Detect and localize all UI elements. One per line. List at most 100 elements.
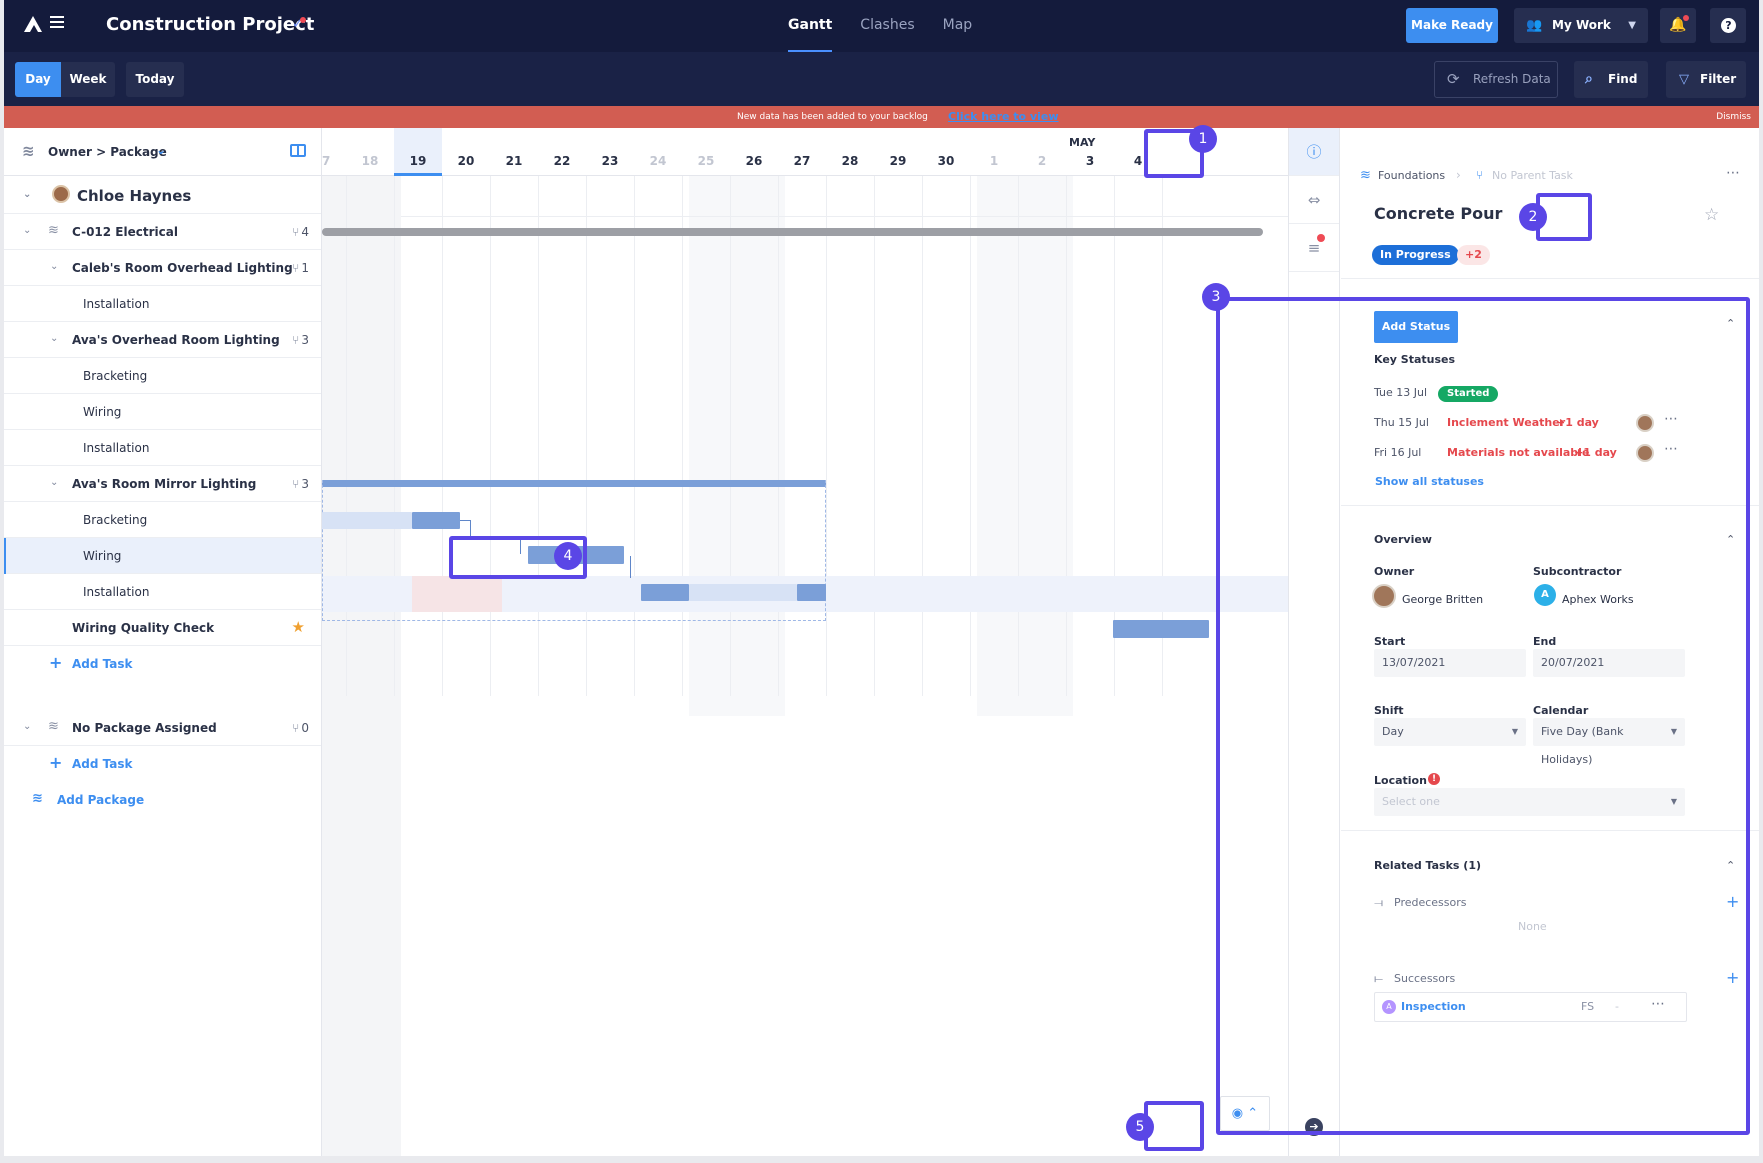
task-label: Caleb's Room Overhead Lighting xyxy=(72,261,293,275)
tab-gantt[interactable]: Gantt xyxy=(774,0,846,52)
avatar xyxy=(52,185,70,203)
owner-row[interactable]: ⌄ Chloe Haynes xyxy=(4,176,321,214)
day-cell: 29 xyxy=(889,154,907,168)
task-label: Ava's Room Mirror Lighting xyxy=(72,477,257,491)
project-title[interactable]: Construction Project xyxy=(106,14,314,35)
refresh-data-button[interactable]: ⟳ Refresh Data xyxy=(1434,61,1558,98)
dependencies-tab[interactable]: ⇔ xyxy=(1289,176,1339,224)
chevron-down-icon[interactable]: ⌄ xyxy=(23,189,31,200)
layers-icon: ≋ xyxy=(22,142,35,160)
task-group-row[interactable]: ⌄ Ava's Room Mirror Lighting ⑂ 3 xyxy=(4,466,321,502)
branch-icon: ⑂ xyxy=(292,225,300,239)
task-bar-bracketing[interactable] xyxy=(412,512,460,529)
filter-button[interactable]: ▽ Filter xyxy=(1666,61,1746,98)
more-options-icon[interactable]: ⋯ xyxy=(1726,165,1741,181)
task-title[interactable]: Concrete Pour xyxy=(1374,204,1502,223)
task-row[interactable]: Installation xyxy=(4,574,321,610)
task-group-row[interactable]: Wiring Quality Check ★ xyxy=(4,610,321,646)
info-icon: ⓘ xyxy=(1306,143,1322,161)
task-label: Bracketing xyxy=(83,369,148,383)
tab-clashes[interactable]: Clashes xyxy=(846,0,928,52)
task-row[interactable]: Installation xyxy=(4,430,321,466)
no-package-row[interactable]: ⌄ ≋ No Package Assigned ⑂ 0 xyxy=(4,710,321,746)
chevron-down-icon[interactable]: ⌄ xyxy=(50,477,58,488)
task-row[interactable]: Bracketing xyxy=(4,358,321,394)
chevron-down-icon[interactable]: ⌄ xyxy=(23,225,31,236)
task-group-row[interactable]: ⌄ Ava's Overhead Room Lighting ⑂ 3 xyxy=(4,322,321,358)
add-task-link[interactable]: + Add Task xyxy=(4,746,321,782)
package-name: C-012 Electrical xyxy=(72,225,178,239)
grid-line xyxy=(1066,176,1067,696)
task-bar-installation[interactable] xyxy=(641,584,689,601)
task-tree-panel: ≋ Owner > Package ⌄ ⌄ Chloe Haynes ⌄ ≋ C… xyxy=(4,128,322,1156)
tab-map[interactable]: Map xyxy=(929,0,987,52)
task-count: ⑂ 1 xyxy=(292,261,309,275)
task-bar-installation-end[interactable] xyxy=(797,584,826,601)
grouping-selector[interactable]: Owner > Package xyxy=(48,145,167,159)
callout-number-3: 3 xyxy=(1202,283,1230,311)
find-button[interactable]: ⌕ Find xyxy=(1574,61,1648,98)
package-row[interactable]: ⌄ ≋ C-012 Electrical ⑂ 4 xyxy=(4,214,321,250)
today-button[interactable]: Today xyxy=(126,62,184,97)
task-row[interactable]: Installation xyxy=(4,286,321,322)
grid-line xyxy=(1114,176,1115,696)
add-task-label: Add Task xyxy=(72,757,133,771)
chevron-down-icon[interactable]: ⌄ xyxy=(156,143,166,157)
notifications-button[interactable]: 🔔 xyxy=(1660,8,1696,43)
parent-task-breadcrumb[interactable]: No Parent Task xyxy=(1492,169,1573,182)
add-package-link[interactable]: ≋ Add Package xyxy=(4,782,321,818)
status-extra-badge[interactable]: +2 xyxy=(1457,245,1490,265)
task-label: Wiring Quality Check xyxy=(72,621,215,635)
task-row[interactable]: Wiring xyxy=(4,394,321,430)
my-work-dropdown[interactable]: 👥 My Work ▼ xyxy=(1514,8,1648,43)
banner-dismiss-button[interactable]: Dismiss xyxy=(1716,106,1751,128)
day-cell: 1 xyxy=(989,154,999,168)
task-bar-installation-weekend[interactable] xyxy=(689,584,797,601)
split-view-icon[interactable] xyxy=(290,144,306,157)
day-view-button[interactable]: Day xyxy=(15,62,61,97)
package-summary-bar[interactable] xyxy=(322,228,1263,236)
day-cell: 24 xyxy=(649,154,667,168)
banner-view-link[interactable]: Click here to view xyxy=(948,106,1059,128)
my-work-label: My Work xyxy=(1552,18,1611,32)
callout-number-2: 2 xyxy=(1519,203,1547,231)
task-label: Bracketing xyxy=(83,513,148,527)
package-name: No Package Assigned xyxy=(72,721,217,735)
task-bar-quality-check[interactable] xyxy=(1113,620,1209,638)
grid-line xyxy=(970,176,971,696)
chevron-right-icon: › xyxy=(1456,168,1461,182)
status-badge[interactable]: In Progress xyxy=(1372,245,1459,265)
star-icon[interactable]: ★ xyxy=(292,618,305,636)
plus-icon: + xyxy=(49,753,63,772)
chevron-down-icon[interactable]: ⌄ xyxy=(50,333,58,344)
day-cell: 25 xyxy=(697,154,715,168)
activity-badge xyxy=(1317,234,1325,242)
task-bar-bracketing-baseline[interactable] xyxy=(322,512,412,529)
star-icon[interactable]: ☆ xyxy=(1704,205,1719,225)
chevron-down-icon[interactable]: ⌄ xyxy=(50,261,58,272)
app-logo-icon[interactable] xyxy=(22,13,44,35)
gantt-chart[interactable]: MAY 17181920212223242526272829301234 xyxy=(322,128,1288,1156)
weekend-shade xyxy=(977,176,1073,716)
help-button[interactable]: ? xyxy=(1710,8,1746,43)
add-task-link[interactable]: + Add Task xyxy=(4,646,321,682)
activity-tab[interactable]: ≡ xyxy=(1289,224,1339,272)
weekend-shade xyxy=(689,176,785,716)
chevron-down-icon[interactable]: ⌄ xyxy=(23,721,31,732)
day-cell: 21 xyxy=(505,154,523,168)
row-divider xyxy=(401,216,1288,217)
task-group-row[interactable]: ⌄ Caleb's Room Overhead Lighting ⑂ 1 xyxy=(4,250,321,286)
make-ready-button[interactable]: Make Ready xyxy=(1406,8,1498,43)
branch-icon: ⑂ xyxy=(292,333,300,347)
task-row[interactable]: Wiring xyxy=(4,538,321,574)
plus-icon: + xyxy=(49,653,63,672)
task-row[interactable]: Bracketing xyxy=(4,502,321,538)
day-cell: 19 xyxy=(394,128,442,176)
menu-icon[interactable] xyxy=(50,16,64,28)
backlog-banner: New data has been added to your backlog … xyxy=(4,106,1759,128)
info-tab[interactable]: ⓘ xyxy=(1289,128,1339,176)
week-view-button[interactable]: Week xyxy=(61,62,115,97)
package-breadcrumb[interactable]: Foundations xyxy=(1378,169,1445,182)
day-cell: 2 xyxy=(1037,154,1047,168)
